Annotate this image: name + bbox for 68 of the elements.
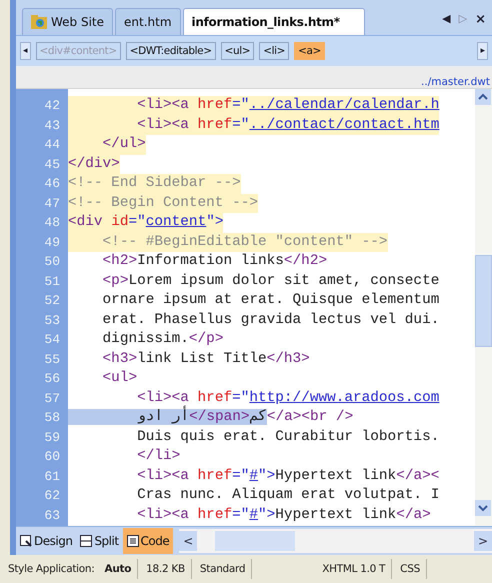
code-line: erat. Phasellus gravida lectus vel dui.: [102, 310, 440, 330]
code-line: </li>: [136, 447, 180, 466]
line-number: 47: [43, 196, 61, 211]
line-number: 46: [43, 176, 61, 192]
status-label: CSS: [400, 563, 420, 575]
line-number: 59: [43, 430, 61, 445]
status-value[interactable]: Auto: [104, 563, 132, 575]
line-number: 54: [43, 332, 61, 348]
line-number: 57: [43, 390, 61, 406]
horizontal-scrollbar[interactable]: < >: [179, 529, 492, 553]
document-tab[interactable]: Web Site: [22, 8, 114, 35]
breadcrumb-left-button[interactable]: ◂: [20, 42, 31, 60]
line-number: 44: [43, 137, 61, 152]
line-number: 52: [43, 293, 61, 308]
scroll-right-button[interactable]: >: [474, 531, 492, 551]
breadcrumb-right-button[interactable]: ▸: [477, 42, 488, 60]
line-number: 60: [43, 449, 61, 464]
scroll-down-icon[interactable]: [475, 500, 491, 516]
code-line: dignissim.</p>: [102, 330, 224, 349]
line-number: 50: [43, 254, 61, 270]
line-number: 62: [43, 488, 61, 504]
code-line: <li><a href="http://www.aradoos.com: [136, 388, 440, 406]
code-view-icon: [126, 535, 139, 547]
vertical-scrollbar[interactable]: [475, 89, 492, 526]
line-number: 56: [43, 371, 61, 386]
line-number: 51: [43, 274, 61, 289]
line-number: 53: [43, 312, 61, 328]
scroll-left-button[interactable]: <: [179, 531, 198, 551]
code-line: <h2>Information links</h2>: [102, 252, 328, 271]
view-tab[interactable]: Code: [122, 528, 174, 554]
scroll-up-icon[interactable]: [475, 89, 491, 105]
status-label: Style Application:: [8, 563, 95, 575]
tag-selector[interactable]: <li>: [259, 42, 290, 60]
line-number: 55: [43, 352, 61, 367]
code-line: Cras nunc. Aliquam erat volutpat. I: [136, 486, 440, 505]
tag-selector[interactable]: <a>: [294, 42, 325, 60]
scrollbar-thumb[interactable]: [475, 255, 492, 347]
document-tab[interactable]: ent.htm: [115, 8, 181, 35]
line-number: 61: [43, 468, 61, 484]
code-line: ornare ipsum at erat. Quisque elementum: [102, 291, 440, 310]
line-number: 63: [43, 508, 61, 523]
line-number: 43: [43, 118, 61, 133]
tag-selector[interactable]: <ul>: [220, 42, 254, 60]
status-label: Standard: [200, 563, 246, 575]
code-line: <li><a href="#">Hypertext link</a><: [136, 466, 440, 486]
code-line: <p>Lorem ipsum dolor sit amet, consecte: [102, 272, 440, 290]
view-tab[interactable]: Design: [16, 528, 76, 554]
line-number: 42: [43, 98, 61, 114]
close-button[interactable]: ×: [475, 12, 486, 27]
code-line: Duis quis erat. Curabitur lobortis.: [136, 428, 440, 446]
template-path-link[interactable]: ../master.dwt: [421, 76, 490, 88]
line-number: 45: [43, 156, 61, 172]
folder-globe-icon: [31, 15, 47, 29]
status-label: XHTML 1.0 T: [322, 563, 386, 575]
view-tab[interactable]: Split: [76, 528, 123, 554]
line-number: 48: [43, 215, 61, 230]
tag-selector[interactable]: <DWT:editable>: [126, 42, 216, 60]
line-number: 58: [43, 410, 61, 426]
document-tab[interactable]: information_links.htm*: [182, 8, 365, 35]
line-number: 49: [43, 234, 61, 250]
code-line: <h3>link List Title</h3>: [102, 350, 310, 368]
code-line: <li><a href="#">Hypertext link</a>: [136, 506, 431, 524]
code-line: <ul>: [102, 369, 138, 388]
scrollbar-thumb[interactable]: [215, 531, 296, 551]
scroll-tabs-left-button[interactable]: ◀: [442, 12, 451, 27]
split-view-icon: [80, 535, 92, 547]
status-label: 18.2 KB: [146, 563, 185, 575]
design-view-icon: [20, 535, 32, 547]
